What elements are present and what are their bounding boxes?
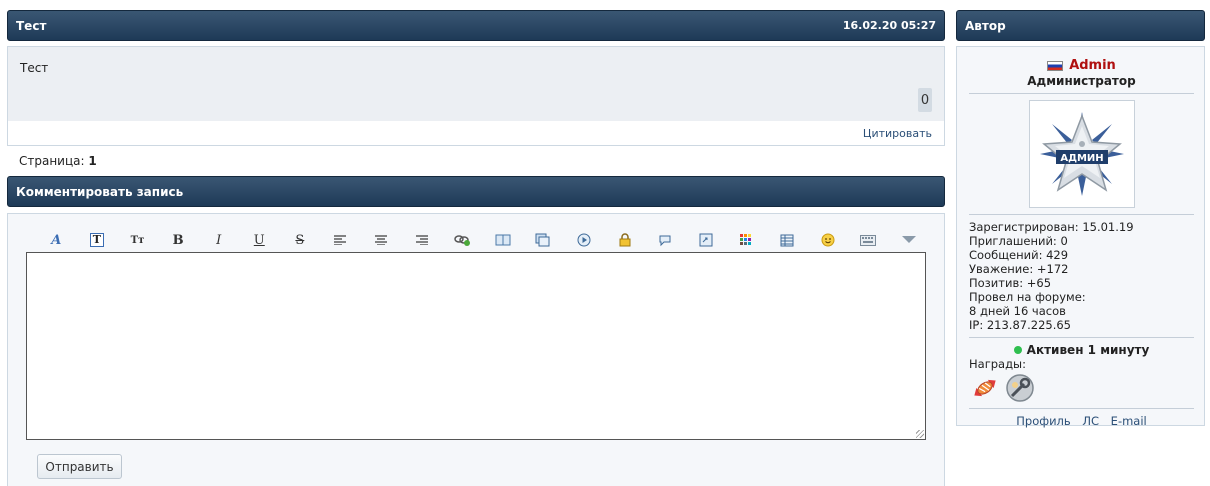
strike-icon: S <box>295 232 305 248</box>
spoiler-button[interactable] <box>645 230 686 250</box>
keyboard-icon <box>860 234 877 246</box>
lock-icon <box>619 233 631 247</box>
pm-link[interactable]: ЛС <box>1082 414 1099 428</box>
align-right-button[interactable] <box>401 230 442 250</box>
respect-value: Уважение: +172 <box>969 262 1069 276</box>
svg-text:АДМИН: АДМИН <box>1060 153 1103 164</box>
submit-button[interactable]: Отправить <box>37 454 122 479</box>
post-body: Тест 0 Цитировать <box>7 46 945 146</box>
time-on-forum-label: Провел на форуме: <box>969 290 1086 304</box>
online-status-text: Активен 1 минуту <box>1026 343 1150 357</box>
resize-handle[interactable] <box>916 430 924 438</box>
post-content-area: Тест 0 <box>8 47 944 121</box>
awards-list <box>969 373 1194 403</box>
font-size-button[interactable]: Tт <box>117 230 158 250</box>
pagination: Страница: 1 <box>19 154 97 168</box>
email-link[interactable]: E-mail <box>1111 414 1147 428</box>
code-icon <box>699 233 713 247</box>
video-icon <box>577 233 591 247</box>
font-color-button[interactable]: T <box>77 230 118 250</box>
italic-button[interactable]: I <box>198 230 239 250</box>
bold-icon: B <box>172 232 184 248</box>
bold-button[interactable]: B <box>158 230 199 250</box>
align-center-button[interactable] <box>361 230 402 250</box>
editor-toolbar: A T Tт B I U S <box>36 230 929 250</box>
font-color-icon: T <box>89 233 104 247</box>
post-title: Тест <box>16 18 47 33</box>
invites-count: Приглашений: 0 <box>969 234 1068 248</box>
table-icon <box>780 234 794 246</box>
triangle-down-icon <box>901 236 916 243</box>
align-left-button[interactable] <box>320 230 361 250</box>
comment-form: A T Tт B I U S Отправить <box>7 213 945 486</box>
author-header-title: Автор <box>965 18 1006 33</box>
profile-link[interactable]: Профиль <box>1016 414 1070 428</box>
author-panel: Admin Администратор АДМИН Зарегистрирова… <box>956 46 1205 428</box>
font-size-icon: Tт <box>130 234 145 246</box>
link-icon <box>454 235 471 246</box>
gallery-button[interactable] <box>523 230 564 250</box>
divider <box>969 214 1194 215</box>
underline-button[interactable]: U <box>239 230 280 250</box>
keyboard-button[interactable] <box>848 230 889 250</box>
gallery-icon <box>535 233 550 247</box>
smiley-icon <box>821 233 835 247</box>
speech-bubble-icon <box>659 235 671 246</box>
table-button[interactable] <box>767 230 808 250</box>
font-icon: A <box>51 232 62 248</box>
author-inner: Admin Администратор АДМИН Зарегистрирова… <box>969 47 1194 428</box>
registered-date: Зарегистрирован: 15.01.19 <box>969 220 1134 234</box>
link-button[interactable] <box>442 230 483 250</box>
align-left-icon <box>334 235 347 245</box>
italic-icon: I <box>216 232 222 248</box>
book-icon <box>495 234 511 246</box>
author-name[interactable]: Admin <box>1069 58 1116 73</box>
code-button[interactable] <box>686 230 727 250</box>
author-name-row: Admin <box>969 58 1194 73</box>
more-button[interactable] <box>888 230 929 250</box>
pagination-label: Страница: <box>19 154 85 168</box>
smilies-button[interactable] <box>807 230 848 250</box>
like-counter[interactable]: 0 <box>918 88 932 112</box>
messages-count: Сообщений: 429 <box>969 248 1069 262</box>
post-text: Тест <box>20 61 49 75</box>
strike-button[interactable]: S <box>280 230 321 250</box>
comment-header: Комментировать запись <box>7 176 945 207</box>
font-button[interactable]: A <box>36 230 77 250</box>
author-links: Профиль ЛС E-mail <box>969 414 1194 428</box>
hide-button[interactable] <box>604 230 645 250</box>
align-center-icon <box>375 235 388 245</box>
russia-flag-icon <box>1047 60 1064 71</box>
divider <box>969 337 1194 338</box>
color-picker-button[interactable] <box>726 230 767 250</box>
comment-textarea[interactable] <box>26 252 926 440</box>
underline-icon: U <box>253 232 265 248</box>
author-role: Администратор <box>1027 74 1136 88</box>
time-on-forum: 8 дней 16 часов <box>969 304 1066 318</box>
current-page: 1 <box>88 154 97 168</box>
color-grid-icon <box>740 234 752 245</box>
candy-award-icon[interactable] <box>969 373 1001 403</box>
positive-value: Позитив: +65 <box>969 276 1052 290</box>
divider <box>969 93 1194 94</box>
divider <box>969 408 1194 409</box>
book-button[interactable] <box>483 230 524 250</box>
avatar: АДМИН <box>1028 100 1135 208</box>
quote-link[interactable]: Цитировать <box>863 127 932 140</box>
comment-header-title: Комментировать запись <box>16 184 184 199</box>
admin-star-badge-icon: АДМИН <box>1039 112 1124 196</box>
author-header: Автор <box>956 10 1205 41</box>
align-right-icon <box>415 235 428 245</box>
awards-label: Награды: <box>969 357 1026 371</box>
ip-address: IP: 213.87.225.65 <box>969 318 1071 332</box>
author-stats: Зарегистрирован: 15.01.19 Приглашений: 0… <box>969 220 1194 332</box>
video-button[interactable] <box>564 230 605 250</box>
online-dot-icon <box>1013 346 1022 354</box>
post-datetime: 16.02.20 05:27 <box>842 19 936 32</box>
post-header: Тест 16.02.20 05:27 <box>7 10 945 41</box>
wrench-award-icon[interactable] <box>1003 373 1037 403</box>
online-status: Активен 1 минуту <box>969 343 1194 357</box>
